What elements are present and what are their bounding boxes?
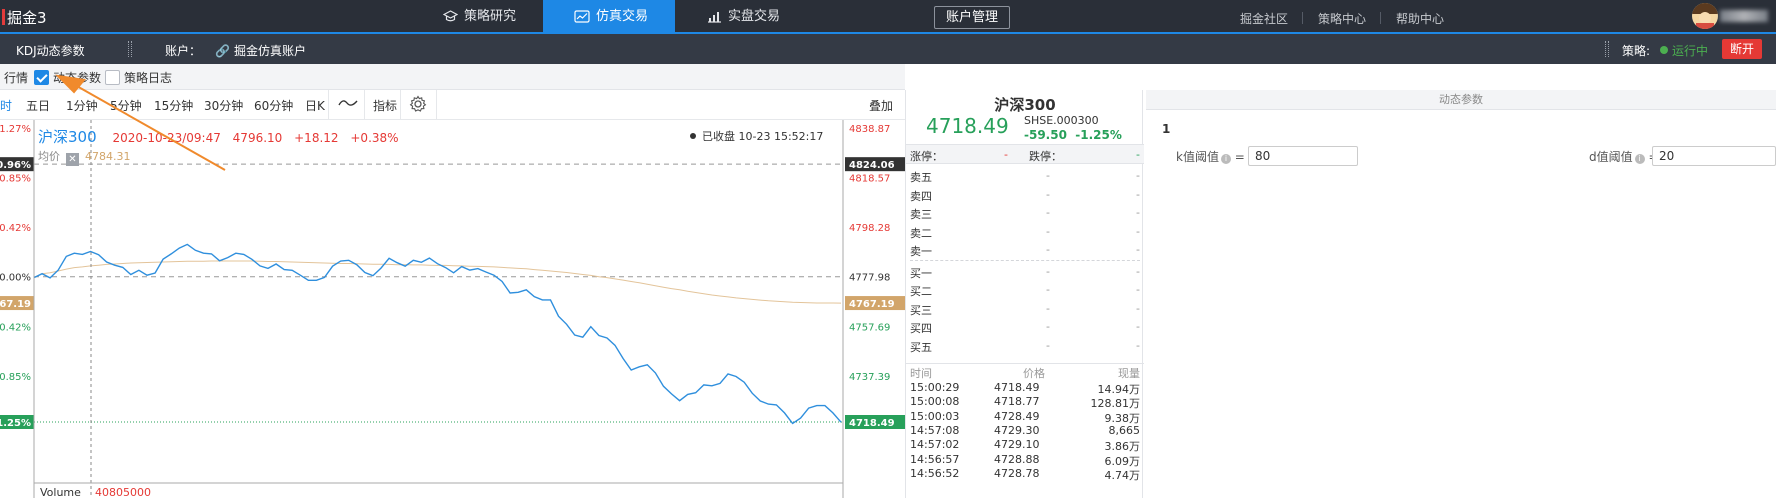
book-qty: -: [1136, 264, 1140, 278]
order-book-row[interactable]: 卖五 - -: [906, 166, 1144, 185]
book-level-label: 卖四: [910, 189, 932, 203]
price-limits: 涨停： - 跌停： -: [906, 144, 1144, 164]
book-level-label: 卖二: [910, 226, 932, 240]
order-book-row[interactable]: 买四 - -: [906, 317, 1144, 336]
book-price: -: [1046, 264, 1050, 278]
book-level-label: 买二: [910, 285, 932, 298]
d-threshold-label: d值阈值i =: [1589, 148, 1659, 165]
order-book-row[interactable]: 卖三 - -: [906, 203, 1144, 222]
book-qty: -: [1136, 320, 1140, 333]
book-qty: -: [1136, 338, 1140, 352]
info-icon[interactable]: i: [1634, 154, 1645, 164]
k-threshold-label: k值阈值 i =: [1176, 150, 1245, 164]
info-icon[interactable]: i: [1220, 154, 1231, 164]
arrow-to-dynamic-params: [74, 84, 226, 171]
book-price: -: [1046, 320, 1050, 333]
k-threshold-input[interactable]: [1248, 146, 1358, 166]
quote-panel: 沪深300 4718.49 SHSE.000300 -59.50 -1.25% …: [905, 90, 1144, 498]
book-qty: -: [1136, 169, 1140, 182]
d-threshold-input[interactable]: [1652, 146, 1776, 166]
order-book-row[interactable]: 买一 - -: [906, 262, 1144, 281]
quote-last-price: 4718.49: [926, 114, 1009, 138]
params-header: 动态参数: [1146, 90, 1776, 110]
param-group-index: 1: [1162, 122, 1171, 136]
book-divider: [910, 260, 1140, 261]
book-price: -: [1046, 187, 1050, 201]
book-level-label: 卖三: [910, 208, 932, 221]
quote-change: -59.50 -1.25%: [1024, 128, 1122, 142]
book-qty: -: [1136, 206, 1140, 219]
order-book-row[interactable]: 买二 - -: [906, 280, 1144, 299]
book-price: -: [1046, 224, 1050, 238]
book-price: -: [1046, 283, 1050, 296]
book-qty: -: [1136, 243, 1140, 256]
book-level-label: 买三: [910, 303, 932, 317]
order-book-row[interactable]: 买三 - -: [906, 299, 1144, 318]
book-qty: -: [1136, 301, 1140, 315]
book-qty: -: [1136, 187, 1140, 201]
book-level-label: 买四: [910, 322, 932, 335]
book-price: -: [1046, 301, 1050, 315]
book-qty: -: [1136, 224, 1140, 238]
trades-header: 时间 价格 现量: [906, 363, 1144, 380]
book-price: -: [1046, 169, 1050, 182]
quote-symbol-name: 沪深300: [994, 96, 1056, 114]
book-price: -: [1046, 338, 1050, 352]
order-book-row[interactable]: 买五 - -: [906, 336, 1144, 355]
arrow-head: [55, 74, 86, 94]
trade-row: 14:56:52 4728.78 4.74万: [910, 466, 1140, 482]
book-price: -: [1046, 243, 1050, 256]
book-level-label: 卖五: [910, 171, 932, 184]
book-price: -: [1046, 206, 1050, 219]
quote-symbol-code: SHSE.000300: [1024, 114, 1099, 127]
order-book-row[interactable]: 卖二 - -: [906, 222, 1144, 241]
dynamic-params-panel: 动态参数 1 k值阈值i = d值阈值i =: [1146, 90, 1776, 498]
book-level-label: 买一: [910, 266, 932, 280]
book-qty: -: [1136, 283, 1140, 296]
book-level-label: 买五: [910, 340, 932, 354]
book-level-label: 卖一: [910, 245, 932, 258]
order-book-row[interactable]: 卖四 - -: [906, 185, 1144, 204]
order-book-row[interactable]: 卖一 - -: [906, 240, 1144, 259]
